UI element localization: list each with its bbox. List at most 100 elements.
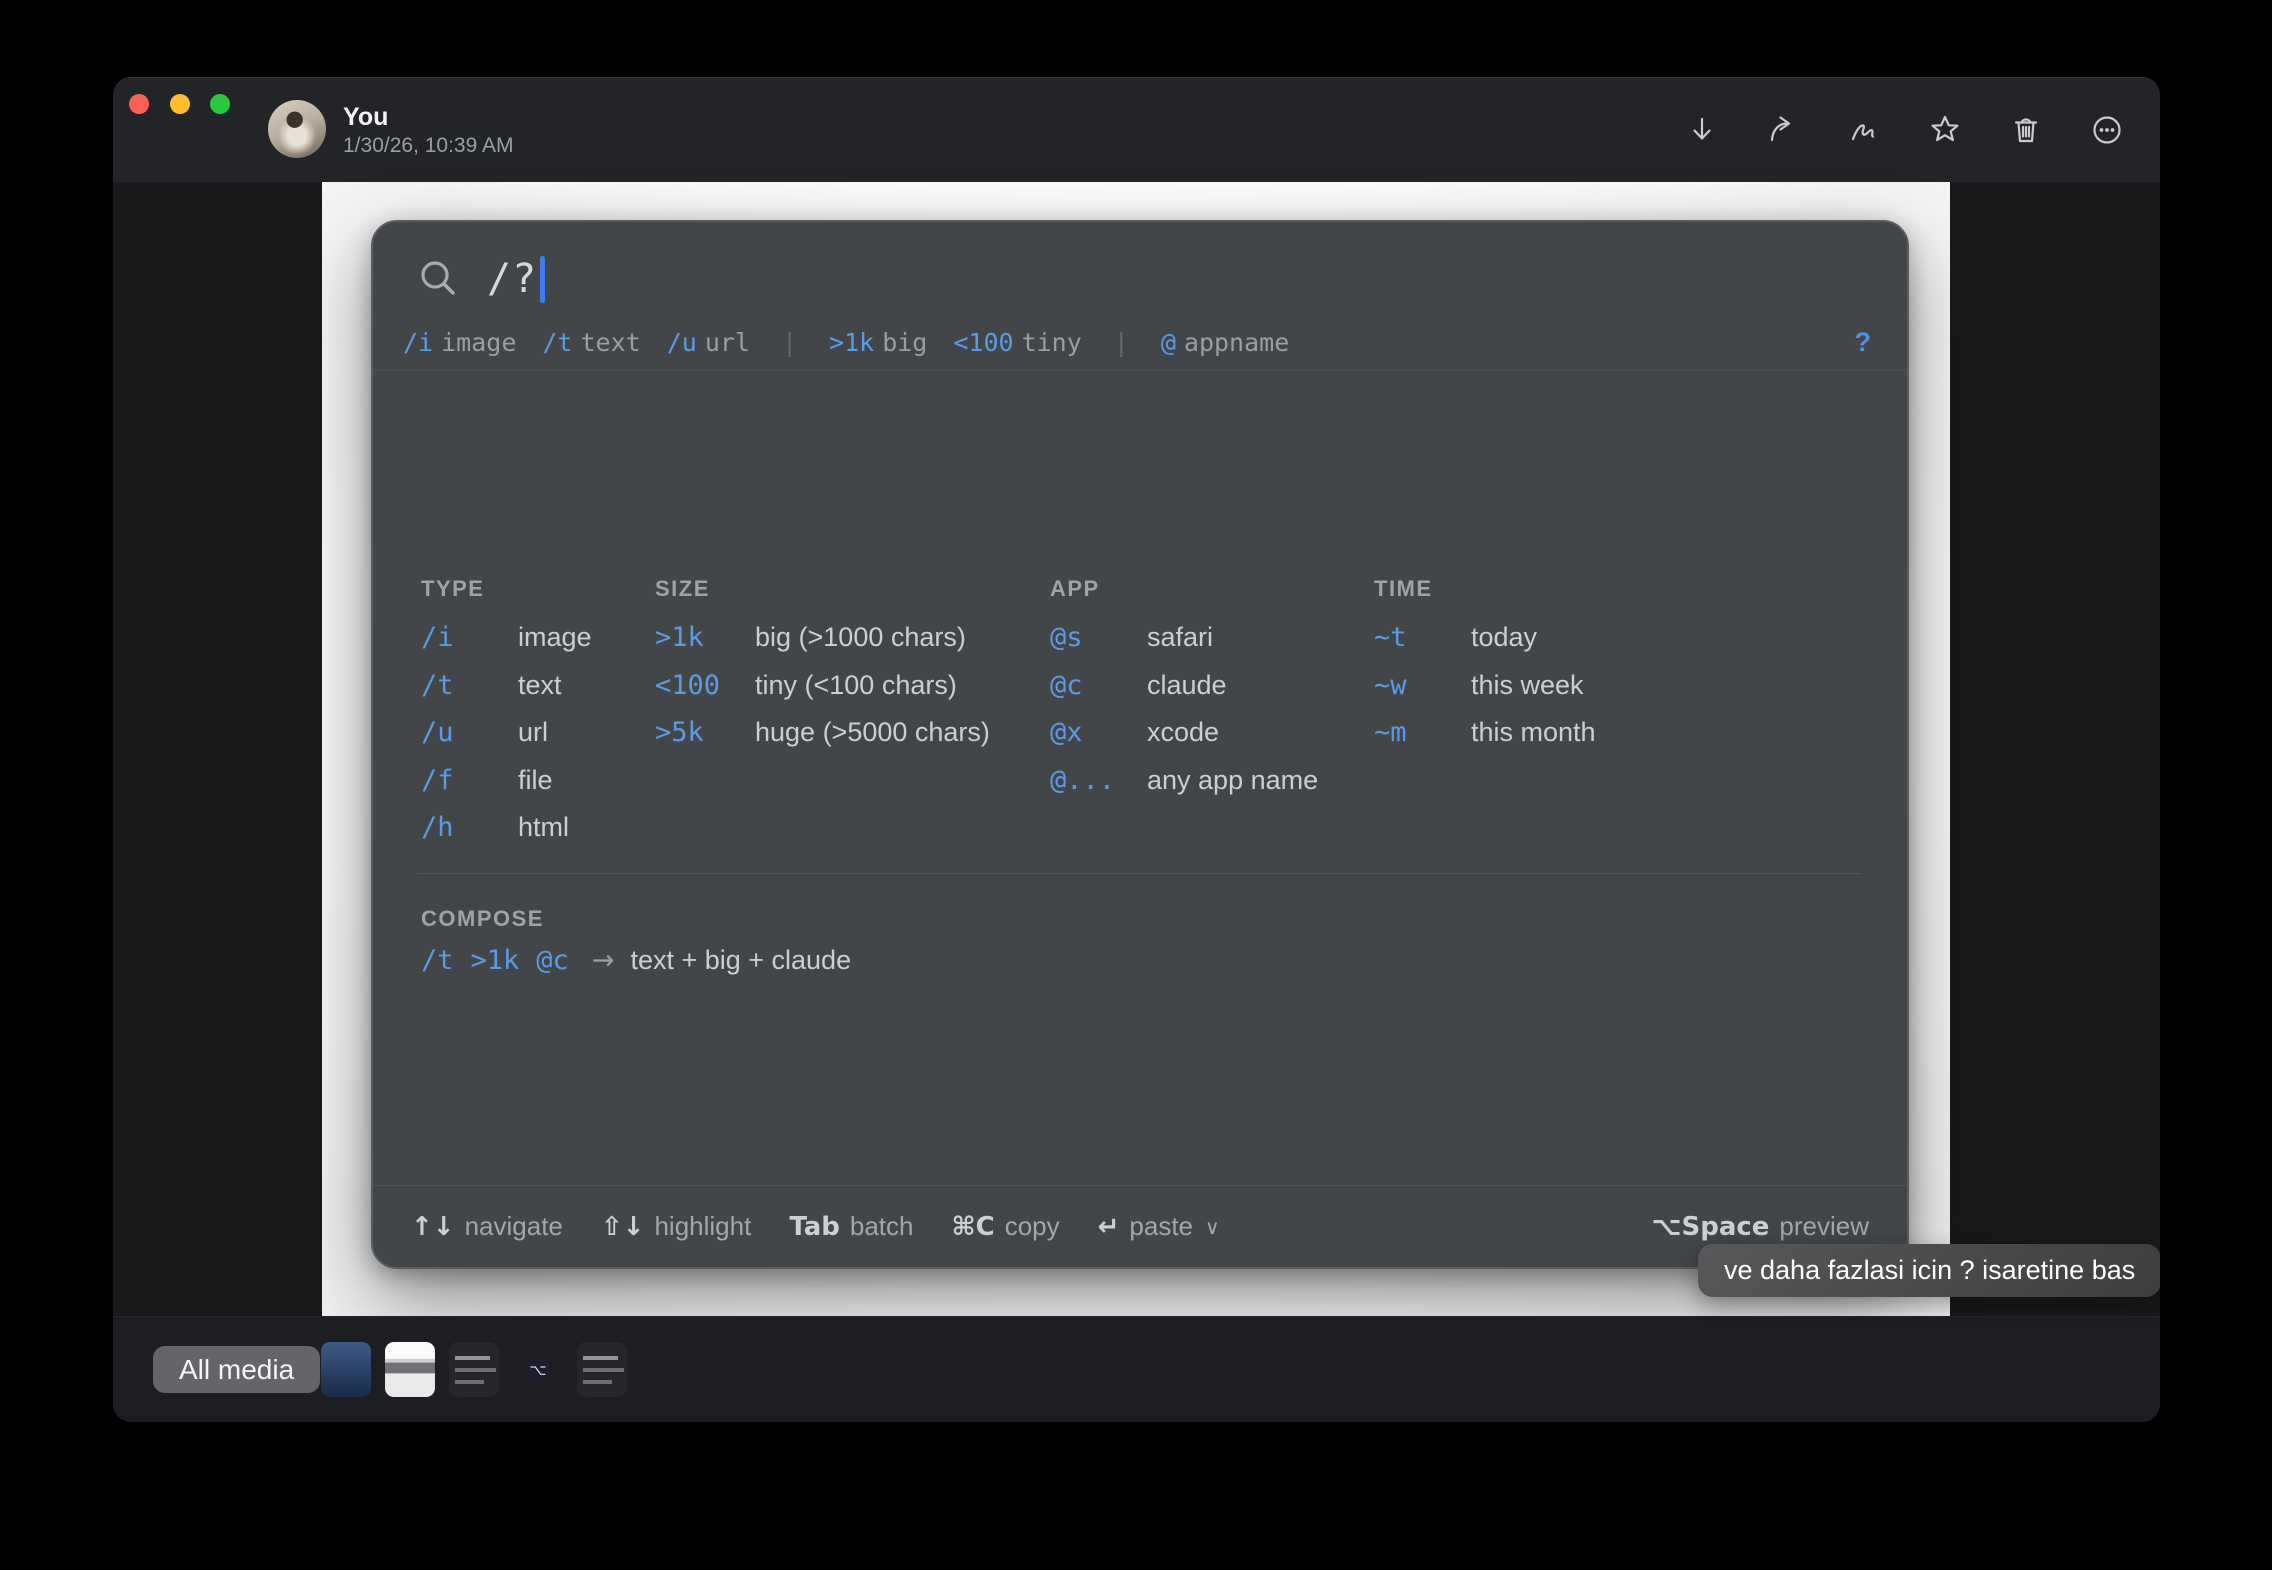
hint-tooltip: ve daha fazlasi icin ? isaretine bas — [1698, 1244, 2160, 1297]
compose-section-title: COMPOSE — [421, 906, 544, 932]
filter-code: /u — [421, 717, 518, 748]
filter-label: image — [441, 328, 516, 357]
filter-description: huge (>5000 chars) — [755, 717, 990, 748]
zoom-window-button[interactable] — [210, 94, 230, 114]
filter-code: <100 — [655, 670, 755, 701]
search-icon — [417, 257, 461, 301]
shortcut-label: navigate — [465, 1211, 563, 1242]
filter-label: appname — [1184, 328, 1289, 357]
search-input[interactable]: /? — [487, 256, 537, 302]
palette-statusbar: ↑↓navigate⇧↓highlightTabbatch⌘Ccopy↵past… — [373, 1185, 1907, 1267]
shortcut-keys: ↑↓ — [411, 1212, 455, 1242]
sender-name: You — [343, 102, 513, 132]
filter-code: @x — [1050, 717, 1147, 748]
shortcut-paste: ↵paste∨ — [1098, 1211, 1220, 1242]
filter-code: /i — [421, 622, 518, 653]
filter-hint: /uurl — [667, 328, 750, 357]
filter-description: file — [518, 765, 553, 796]
filter-code: @s — [1050, 622, 1147, 653]
thumbnail[interactable] — [769, 1342, 819, 1397]
filter-description: safari — [1147, 622, 1213, 653]
column-title: SIZE — [655, 576, 1055, 602]
more-options-icon[interactable] — [2090, 113, 2124, 147]
filter-description: html — [518, 812, 569, 843]
option-space-keys: ⌥Space — [1652, 1212, 1770, 1242]
shortcut-label: paste — [1129, 1211, 1193, 1242]
filter-hint: >1kbig — [829, 328, 927, 357]
thumbnail[interactable] — [577, 1342, 627, 1397]
message-timestamp: 1/30/26, 10:39 AM — [343, 132, 513, 159]
hint-separator: | — [1114, 328, 1129, 357]
column-title: APP — [1050, 576, 1380, 602]
help-row: ~mthis month — [1374, 709, 1704, 757]
compose-example: /t>1k@c → text + big + claude — [421, 940, 851, 980]
shortcut-label: batch — [850, 1211, 914, 1242]
column-title: TYPE — [421, 576, 651, 602]
media-browser-footer: All media ⌥ Reply Done — [113, 1316, 2160, 1422]
help-row: <100tiny (<100 chars) — [655, 662, 1055, 710]
share-icon[interactable] — [1766, 113, 1800, 147]
filter-description: big (>1000 chars) — [755, 622, 966, 653]
filter-label: url — [705, 328, 750, 357]
chevron-down-icon[interactable]: ∨ — [1205, 1215, 1220, 1239]
thumbnail[interactable] — [897, 1342, 947, 1397]
thumbnail[interactable] — [385, 1342, 435, 1397]
thumbnail[interactable]: ⌥ — [513, 1342, 563, 1397]
filter-code: >5k — [655, 717, 755, 748]
filter-code: @... — [1050, 765, 1147, 796]
download-icon[interactable] — [1685, 113, 1719, 147]
shortcut-preview: ⌥Space preview — [1652, 1211, 1869, 1242]
thumbnail-strip: ⌥ — [321, 1317, 1025, 1422]
shortcut-keys: Tab — [789, 1212, 840, 1242]
command-palette: /? /iimage/ttext/uurl|>1kbig<100tiny|@ap… — [371, 220, 1909, 1269]
filter-code: @ — [1161, 328, 1176, 357]
filter-code: ~t — [1374, 622, 1471, 653]
thumbnail[interactable] — [833, 1342, 883, 1397]
help-row: /uurl — [421, 709, 651, 757]
shortcut-copy: ⌘Ccopy — [951, 1211, 1059, 1242]
arrow-right-icon: → — [592, 945, 615, 976]
help-row: ~ttoday — [1374, 614, 1704, 662]
filter-code: /f — [421, 765, 518, 796]
filter-description: text — [518, 670, 562, 701]
filter-code: /i — [403, 328, 433, 357]
avatar — [268, 100, 326, 158]
delete-trash-icon[interactable] — [2009, 113, 2043, 147]
help-row: /hhtml — [421, 804, 651, 852]
filter-description: url — [518, 717, 548, 748]
help-row: @...any app name — [1050, 757, 1380, 805]
shortcut-batch: Tab batch — [789, 1211, 913, 1242]
filter-code: /t — [421, 670, 518, 701]
filter-description: this month — [1471, 717, 1596, 748]
filter-description: today — [1471, 622, 1537, 653]
divider — [417, 873, 1861, 874]
help-column-size: SIZE>1kbig (>1000 chars)<100tiny (<100 c… — [655, 576, 1055, 757]
filter-description: image — [518, 622, 592, 653]
thumbnail[interactable] — [961, 1342, 1011, 1397]
column-title: TIME — [1374, 576, 1704, 602]
help-row: /ttext — [421, 662, 651, 710]
filter-label: text — [580, 328, 640, 357]
filter-label: tiny — [1022, 328, 1082, 357]
close-window-button[interactable] — [129, 94, 149, 114]
filter-code: ~m — [1374, 717, 1471, 748]
thumbnail[interactable] — [321, 1342, 371, 1397]
thumbnail[interactable] — [641, 1342, 691, 1397]
compose-codes: /t>1k@c — [421, 945, 586, 976]
titlebar: You 1/30/26, 10:39 AM — [113, 78, 2160, 182]
minimize-window-button[interactable] — [170, 94, 190, 114]
shortcut-label: copy — [1005, 1211, 1060, 1242]
markup-icon[interactable] — [1847, 113, 1881, 147]
filter-hints: /iimage/ttext/uurl|>1kbig<100tiny|@appna… — [403, 318, 1817, 366]
favorite-star-icon[interactable] — [1928, 113, 1962, 147]
help-column-type: TYPE/iimage/ttext/uurl/ffile/hhtml — [421, 576, 651, 852]
all-media-button[interactable]: All media — [153, 1346, 320, 1393]
filter-description: this week — [1471, 670, 1584, 701]
thumbnail[interactable] — [449, 1342, 499, 1397]
help-question-button[interactable]: ? — [1855, 318, 1872, 366]
filter-description: claude — [1147, 670, 1227, 701]
filter-description: any app name — [1147, 765, 1318, 796]
filter-code: <100 — [953, 328, 1013, 357]
thumbnail[interactable] — [705, 1342, 755, 1397]
shortcut-label: highlight — [654, 1211, 751, 1242]
